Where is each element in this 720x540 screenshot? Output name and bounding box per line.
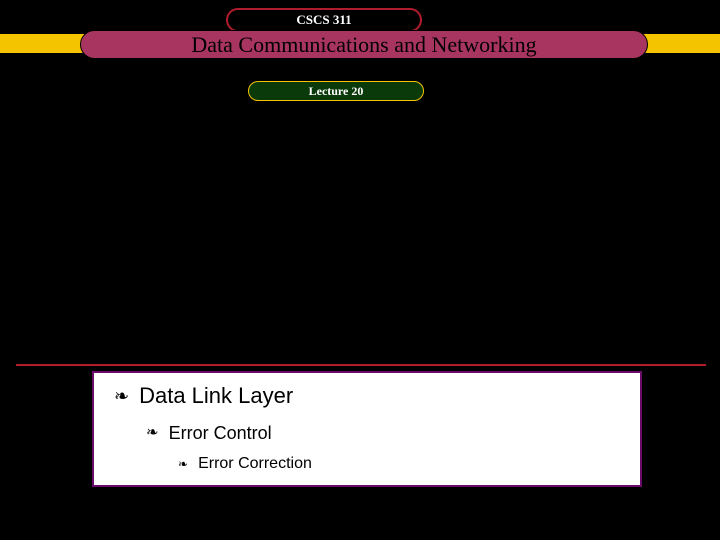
course-code-pill: CSCS 311 — [226, 8, 422, 32]
slide: CSCS 311 Data Communications and Network… — [0, 0, 720, 540]
bullet-icon: ❧ — [178, 458, 188, 470]
list-item: ❧ Error Control — [146, 423, 272, 444]
lecture-focus-heading: Lecture Focus: — [16, 334, 706, 366]
course-code-text: CSCS 311 — [296, 12, 351, 28]
topic-level-3: Error Correction — [198, 455, 312, 473]
lecture-number-text: Lecture 20 — [309, 84, 364, 99]
list-item: ❧ Error Correction — [178, 455, 312, 473]
course-title-bar: Data Communications and Networking — [80, 30, 648, 59]
list-item: ❧ Data Link Layer — [114, 383, 293, 409]
bullet-icon: ❧ — [146, 426, 159, 441]
lecture-number-pill: Lecture 20 — [248, 81, 424, 101]
topic-level-1: Data Link Layer — [139, 383, 293, 409]
bullet-icon: ❧ — [114, 387, 129, 405]
course-title-text: Data Communications and Networking — [191, 32, 536, 58]
topic-level-2: Error Control — [169, 423, 272, 444]
content-box: ❧ Data Link Layer ❧ Error Control ❧ Erro… — [92, 371, 642, 487]
